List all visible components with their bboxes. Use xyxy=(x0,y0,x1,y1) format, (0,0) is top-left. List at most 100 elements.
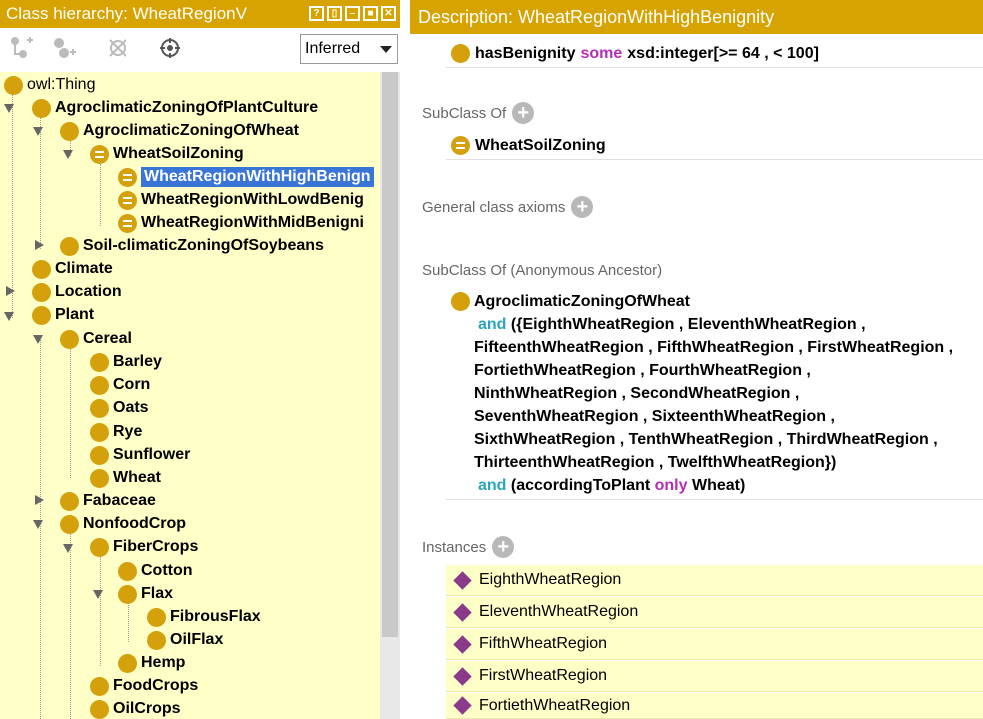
tree-node-climate[interactable]: Climate xyxy=(32,258,113,280)
tree-node-barley[interactable]: Barley xyxy=(90,351,162,373)
add-instance-button[interactable]: + xyxy=(492,536,515,558)
tree-node-oil-crops[interactable]: OilCrops xyxy=(90,698,181,719)
chevron-down-icon xyxy=(380,46,392,53)
tree-scrollbar[interactable] xyxy=(380,72,400,719)
tree-node-soil-climatic-zoning-of-soybeans[interactable]: Soil-climaticZoningOfSoybeans xyxy=(60,235,324,257)
anonymous-ancestor-label: SubClass Of (Anonymous Ancestor) xyxy=(422,262,663,279)
help-icon[interactable]: ? xyxy=(309,6,324,21)
expand-toggle-icon[interactable] xyxy=(33,127,43,136)
expand-toggle-icon[interactable] xyxy=(33,520,43,529)
class-icon xyxy=(118,653,137,673)
delete-class-icon[interactable] xyxy=(104,36,132,62)
anonymous-ancestor-section: SubClass Of (Anonymous Ancestor) xyxy=(422,262,662,279)
class-icon xyxy=(90,537,109,557)
class-icon xyxy=(4,75,23,95)
add-subclass-icon[interactable] xyxy=(8,36,36,62)
add-subclass-of-button[interactable]: + xyxy=(512,102,535,124)
class-icon xyxy=(90,445,109,465)
expand-toggle-icon[interactable] xyxy=(63,544,73,553)
expand-toggle-icon[interactable] xyxy=(93,590,103,599)
defined-class-icon xyxy=(451,136,470,155)
tree-node-wheat[interactable]: Wheat xyxy=(90,467,161,489)
tree-node-wheat-region-with-mid-benignity[interactable]: WheatRegionWithMidBenigni xyxy=(118,212,364,234)
minimize-icon[interactable]: – xyxy=(345,6,360,21)
tree-node-wheat-region-with-high-benignity[interactable]: WheatRegionWithHighBenign xyxy=(118,166,374,188)
and-keyword: and xyxy=(478,477,507,494)
close-icon[interactable]: ✕ xyxy=(381,6,396,21)
class-icon xyxy=(118,584,137,604)
tree-node-owl-thing[interactable]: owl:Thing xyxy=(4,74,95,96)
tree-node-hemp[interactable]: Hemp xyxy=(118,652,185,674)
individual-icon xyxy=(453,570,472,590)
instances-label: Instances xyxy=(422,538,487,556)
class-icon xyxy=(90,468,109,488)
instance-label: FortiethWheatRegion xyxy=(479,696,631,714)
equivalent-range: xsd:integer[>= 64 , < 100] xyxy=(627,44,819,62)
tree-node-wheat-region-with-low-benignity[interactable]: WheatRegionWithLowdBenig xyxy=(118,189,364,211)
class-icon xyxy=(32,259,51,279)
tree-node-fibrous-flax[interactable]: FibrousFlax xyxy=(147,606,261,628)
tree-node-wheat-soil-zoning[interactable]: WheatSoilZoning xyxy=(90,143,244,165)
ancestor-class: AgroclimaticZoningOfWheat xyxy=(474,293,690,310)
tree-node-agroclimatic-zoning-of-wheat[interactable]: AgroclimaticZoningOfWheat xyxy=(60,120,299,142)
tree-node-sunflower[interactable]: Sunflower xyxy=(90,444,190,466)
tree-node-cotton[interactable]: Cotton xyxy=(118,560,193,582)
individual-icon xyxy=(453,634,472,654)
tree-node-corn[interactable]: Corn xyxy=(90,374,150,396)
instances-section: Instances + xyxy=(422,536,515,558)
tree-node-fiber-crops[interactable]: FiberCrops xyxy=(90,536,198,558)
defined-class-icon xyxy=(118,190,137,210)
tree-node-oil-flax[interactable]: OilFlax xyxy=(147,629,223,651)
subclass-of-row[interactable]: WheatSoilZoning xyxy=(446,132,983,160)
anonymous-ancestor-expression[interactable]: AgroclimaticZoningOfWheat and ({EighthWh… xyxy=(446,290,983,500)
split-view-icon[interactable]: ▯ xyxy=(327,6,342,21)
instance-row[interactable]: FifthWheatRegion xyxy=(446,629,983,660)
instance-row[interactable]: EleventhWheatRegion xyxy=(446,597,983,628)
equivalent-class-row[interactable]: hasBenignity some xsd:integer[>= 64 , < … xyxy=(446,40,983,68)
class-icon xyxy=(147,607,166,627)
maximize-icon[interactable]: ■ xyxy=(363,6,378,21)
target-icon[interactable] xyxy=(156,36,184,62)
class-icon xyxy=(32,282,51,302)
tree-node-plant[interactable]: Plant xyxy=(32,304,94,326)
instance-row[interactable]: EighthWheatRegion xyxy=(446,565,983,596)
class-icon xyxy=(451,292,470,311)
tree-node-location[interactable]: Location xyxy=(32,281,122,303)
tree-node-flax[interactable]: Flax xyxy=(118,583,173,605)
scrollbar-thumb[interactable] xyxy=(382,72,398,637)
instance-row[interactable]: FortiethWheatRegion xyxy=(446,693,983,719)
tree-node-oats[interactable]: Oats xyxy=(90,397,149,419)
collapsed-toggle-icon[interactable] xyxy=(35,495,44,505)
class-icon xyxy=(147,630,166,650)
tree-node-fabaceae[interactable]: Fabaceae xyxy=(60,490,156,512)
tree-node-food-crops[interactable]: FoodCrops xyxy=(90,675,198,697)
class-icon xyxy=(60,121,79,141)
class-icon xyxy=(90,398,109,418)
add-sibling-icon[interactable] xyxy=(50,36,78,62)
description-title: Description: WheatRegionWithHighBenignit… xyxy=(418,7,775,27)
instance-row[interactable]: FirstWheatRegion xyxy=(446,661,983,692)
expand-toggle-icon[interactable] xyxy=(63,150,73,159)
add-general-axiom-button[interactable]: + xyxy=(571,196,594,218)
equivalent-property: hasBenignity xyxy=(475,44,576,62)
defined-class-icon xyxy=(118,213,137,233)
expand-toggle-icon[interactable] xyxy=(4,312,14,321)
expand-toggle-icon[interactable] xyxy=(33,335,43,344)
tree-node-nonfood-crop[interactable]: NonfoodCrop xyxy=(60,513,186,535)
tree-node-cereal[interactable]: Cereal xyxy=(60,328,132,350)
individual-icon xyxy=(453,666,472,686)
tree-node-rye[interactable]: Rye xyxy=(90,421,142,443)
tree-node-agroclimatic-zoning-of-plant-culture[interactable]: AgroclimaticZoningOfPlantCulture xyxy=(32,97,318,119)
subclass-of-section: SubClass Of + xyxy=(422,102,535,124)
instance-label: FifthWheatRegion xyxy=(479,635,608,652)
ancestor-enum-line-5: SeventhWheatRegion , SixteenthWheatRegio… xyxy=(474,408,835,425)
restriction-filler: Wheat) xyxy=(691,477,746,494)
instance-label: EighthWheatRegion xyxy=(479,571,622,588)
collapsed-toggle-icon[interactable] xyxy=(35,240,44,250)
expand-toggle-icon[interactable] xyxy=(4,104,14,113)
class-hierarchy-panel: Class hierarchy: WheatRegionV ? ▯ – ■ ✕ … xyxy=(0,0,400,719)
class-icon xyxy=(90,375,109,395)
class-icon xyxy=(60,491,79,511)
collapsed-toggle-icon[interactable] xyxy=(6,286,15,296)
reasoner-select[interactable]: Inferred xyxy=(300,34,398,64)
